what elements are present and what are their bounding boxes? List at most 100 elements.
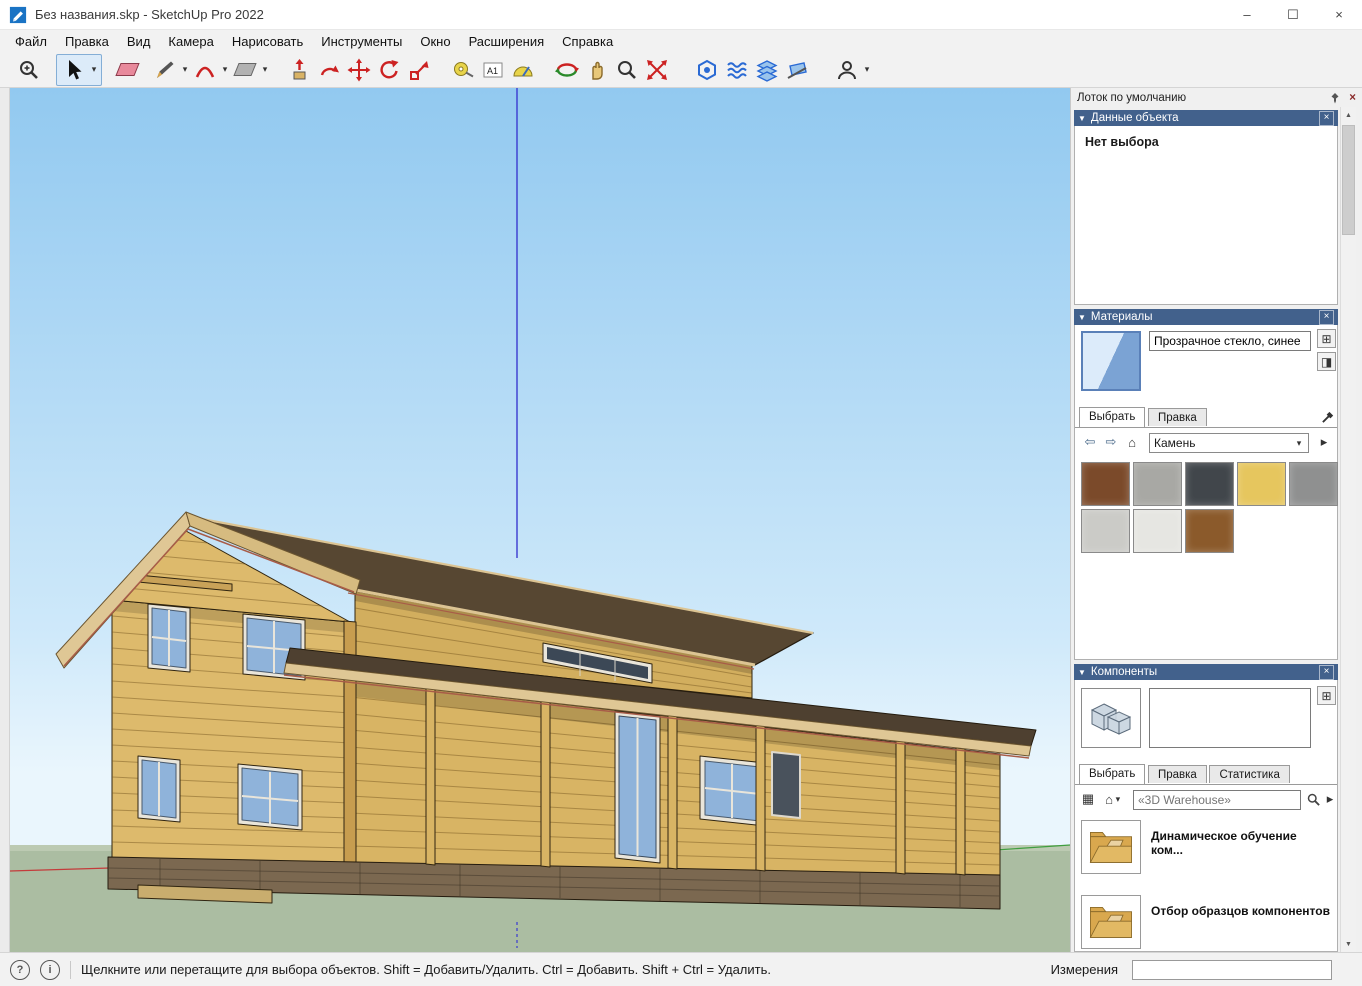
tab-edit[interactable]: Правка [1147, 765, 1207, 783]
material-swatch[interactable] [1237, 462, 1286, 506]
tray-scrollbar[interactable]: ▲ ▼ [1340, 107, 1356, 952]
material-swatch[interactable] [1289, 462, 1338, 506]
menu-item[interactable]: Нарисовать [223, 32, 312, 51]
material-name-field[interactable] [1149, 331, 1311, 351]
follow-me-tool[interactable] [314, 55, 344, 85]
glass-door [614, 710, 661, 864]
menu-item[interactable]: Вид [118, 32, 160, 51]
line-tool[interactable] [150, 55, 180, 85]
window-title: Без названия.skp - SketchUp Pro 2022 [35, 7, 264, 22]
materials-close-icon[interactable]: × [1319, 309, 1334, 325]
status-hint: Щелкните или перетащите для выбора объек… [81, 962, 771, 977]
component-name-field[interactable] [1149, 688, 1311, 748]
section-plane-tool[interactable] [782, 55, 812, 85]
secondary-pane-button[interactable]: ◨ [1317, 352, 1336, 371]
zoom-extents-tool[interactable] [642, 55, 672, 85]
rectangle-dropdown-icon[interactable]: ▾ [260, 64, 270, 75]
material-swatch[interactable] [1185, 509, 1234, 553]
material-swatch[interactable] [1133, 462, 1182, 506]
material-preview[interactable] [1081, 331, 1141, 391]
menu-item[interactable]: Файл [6, 32, 56, 51]
collection-dropdown[interactable]: Камень ▾ [1149, 433, 1309, 453]
position-camera-tool[interactable] [692, 55, 722, 85]
home-icon[interactable]: ⌂ [1123, 433, 1141, 451]
eyedropper-icon[interactable] [1321, 409, 1336, 424]
material-swatch[interactable] [1081, 509, 1130, 553]
menu-item[interactable]: Окно [411, 32, 459, 51]
help-icon[interactable]: ? [10, 959, 30, 980]
components-tabs: Выбрать Правка Статистика [1075, 764, 1337, 785]
in-model-components-button[interactable]: ⊞ [1317, 686, 1336, 705]
material-swatch[interactable] [1133, 509, 1182, 553]
collapse-icon: ▼ [1078, 113, 1086, 123]
collapsed-tray-strip[interactable] [0, 88, 10, 952]
protractor-tool[interactable] [508, 55, 538, 85]
tray-title: Лоток по умолчанию [1077, 91, 1187, 104]
arc-tool[interactable] [190, 55, 220, 85]
material-swatch[interactable] [1185, 462, 1234, 506]
materials-header[interactable]: ▼ Материалы × [1074, 309, 1338, 325]
rectangle-tool[interactable] [230, 55, 260, 85]
tab-select[interactable]: Выбрать [1079, 764, 1146, 784]
scroll-up-icon[interactable]: ▲ [1341, 107, 1356, 123]
material-swatch[interactable] [1081, 462, 1130, 506]
push-pull-tool[interactable] [284, 55, 314, 85]
menu-item[interactable]: Справка [553, 32, 622, 51]
scale-tool[interactable] [404, 55, 434, 85]
account-dropdown-icon[interactable]: ▾ [862, 64, 872, 75]
component-preview[interactable] [1081, 688, 1141, 748]
forward-icon[interactable]: ⇨ [1102, 433, 1120, 451]
scrollbar-thumb[interactable] [1342, 125, 1355, 235]
select-tool[interactable] [59, 55, 89, 85]
menu-item[interactable]: Инструменты [312, 32, 411, 51]
detail-arrow-icon[interactable]: ▸ [1321, 790, 1339, 808]
pin-icon[interactable] [1329, 92, 1341, 104]
line-dropdown-icon[interactable]: ▾ [180, 64, 190, 75]
home-dropdown[interactable]: ⌂ ▾ [1101, 790, 1127, 808]
create-material-button[interactable]: ⊞ [1317, 329, 1336, 348]
orbit-tool[interactable] [552, 55, 582, 85]
minimize-button[interactable]: – [1224, 0, 1270, 30]
component-search-input[interactable] [1133, 790, 1301, 810]
home-icon: ⌂ [1105, 791, 1113, 807]
pan-tool[interactable] [582, 55, 612, 85]
component-list-item[interactable]: Отбор образцов компонентов [1081, 895, 1331, 949]
tape-measure-tool[interactable] [448, 55, 478, 85]
text-tool[interactable]: A1 [478, 55, 508, 85]
rotate-tool[interactable] [374, 55, 404, 85]
components-close-icon[interactable]: × [1319, 664, 1334, 680]
menu-item[interactable]: Расширения [460, 32, 554, 51]
tab-statistics[interactable]: Статистика [1209, 765, 1290, 783]
component-list-item[interactable]: Динамическое обучение ком... [1081, 820, 1331, 874]
close-button[interactable]: × [1316, 0, 1362, 30]
info-icon[interactable]: i [40, 959, 60, 980]
move-tool[interactable] [344, 55, 374, 85]
search-icon[interactable] [1306, 792, 1321, 807]
measurements-input[interactable] [1132, 959, 1332, 980]
select-dropdown-icon[interactable]: ▾ [89, 64, 99, 75]
material-swatches [1081, 462, 1339, 553]
detail-arrow-icon[interactable]: ▸ [1315, 433, 1333, 451]
model-viewport[interactable] [10, 88, 1070, 952]
eraser-tool[interactable] [112, 55, 142, 85]
entity-info-header[interactable]: ▼ Данные объекта × [1074, 110, 1338, 126]
tray-close-icon[interactable]: × [1349, 92, 1356, 104]
component-label: Отбор образцов компонентов [1151, 904, 1330, 918]
tab-edit[interactable]: Правка [1147, 408, 1207, 426]
maximize-button[interactable]: ☐ [1270, 0, 1316, 30]
entity-info-close-icon[interactable]: × [1319, 110, 1334, 126]
components-header[interactable]: ▼ Компоненты × [1074, 664, 1338, 680]
zoom-window-tool[interactable] [14, 55, 44, 85]
menu-item[interactable]: Правка [56, 32, 118, 51]
wing-window [699, 755, 766, 827]
soften-edges-tool[interactable] [722, 55, 752, 85]
menu-item[interactable]: Камера [159, 32, 222, 51]
back-icon[interactable]: ⇦ [1081, 433, 1099, 451]
zoom-tool[interactable] [612, 55, 642, 85]
view-options-icon[interactable]: ▦ [1079, 790, 1097, 808]
account-button[interactable] [832, 55, 862, 85]
tab-select[interactable]: Выбрать [1079, 407, 1146, 427]
scroll-down-icon[interactable]: ▼ [1341, 936, 1356, 952]
layers-tool[interactable] [752, 55, 782, 85]
arc-dropdown-icon[interactable]: ▾ [220, 64, 230, 75]
